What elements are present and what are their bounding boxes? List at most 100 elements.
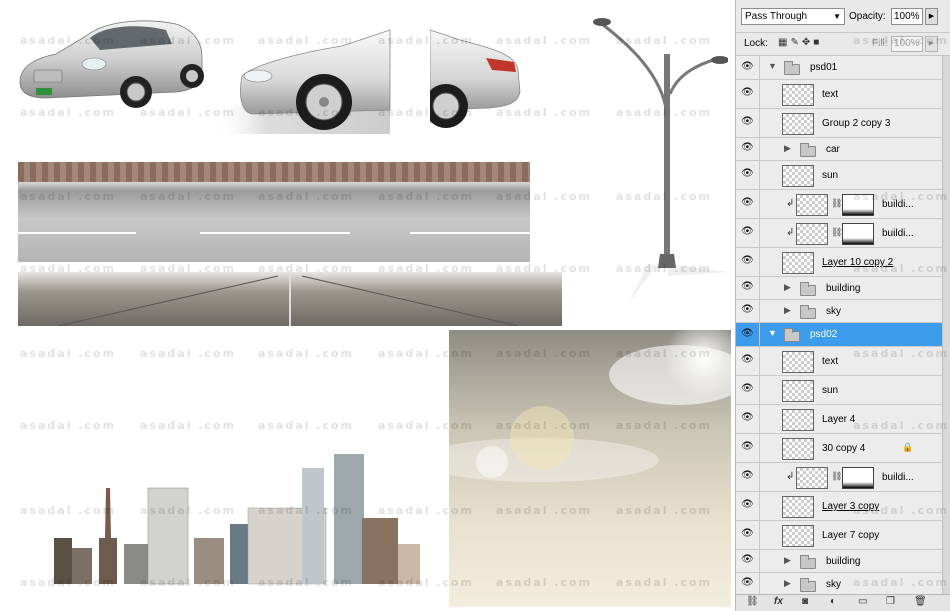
new-layer-icon[interactable]: ❐: [886, 596, 895, 607]
layer-name: buildi...: [882, 472, 914, 483]
layer-group-row[interactable]: 👁 ▶ sky: [736, 300, 942, 323]
collapse-triangle-icon[interactable]: ▼: [768, 328, 777, 338]
car-image: [19, 20, 204, 108]
visibility-toggle[interactable]: 👁: [736, 573, 760, 595]
clipping-arrow-icon: ↲: [786, 471, 795, 482]
fx-icon[interactable]: fx: [774, 596, 783, 607]
layer-thumbnail[interactable]: [796, 467, 828, 489]
visibility-toggle[interactable]: 👁: [736, 376, 760, 404]
adjustment-icon[interactable]: ◐: [830, 596, 836, 607]
layer-row[interactable]: 👁 Group 2 copy 3: [736, 109, 942, 138]
document-canvas[interactable]: asadal .com asadal .com asadal .com asadal …: [0, 0, 735, 611]
layer-row[interactable]: 👁 text: [736, 347, 942, 376]
eye-icon: 👁: [741, 168, 754, 179]
layer-row[interactable]: 👁 sun: [736, 161, 942, 190]
visibility-toggle[interactable]: 👁: [736, 405, 760, 433]
watermark-text: asadal .com: [258, 347, 355, 360]
layer-thumbnail[interactable]: [782, 496, 814, 518]
layer-thumbnail[interactable]: [782, 380, 814, 402]
layer-group-row[interactable]: 👁 ▶ sky: [736, 573, 942, 596]
lock-all-icon[interactable]: ■: [813, 37, 822, 48]
layer-thumbnail[interactable]: [782, 351, 814, 373]
layer-thumbnail[interactable]: [782, 165, 814, 187]
expand-triangle-icon[interactable]: ▶: [784, 555, 791, 566]
visibility-toggle[interactable]: 👁: [736, 219, 760, 247]
expand-triangle-icon[interactable]: ▶: [784, 143, 791, 154]
lock-label: Lock:: [744, 38, 768, 49]
layer-row[interactable]: 👁 Layer 10 copy 2: [736, 248, 942, 277]
link-icon[interactable]: ⛓: [746, 596, 759, 607]
layer-name: sky: [826, 579, 841, 590]
mask-icon[interactable]: ◙: [802, 596, 808, 607]
layer-group-row[interactable]: 👁 ▼ psd01: [736, 56, 942, 80]
blend-mode-select[interactable]: Pass Through ▼: [741, 8, 845, 25]
visibility-toggle[interactable]: 👁: [736, 434, 760, 462]
layer-row[interactable]: 👁 text: [736, 80, 942, 109]
mask-link-icon[interactable]: ⛓: [831, 471, 842, 482]
layer-row[interactable]: 👁 30 copy 4 🔒: [736, 434, 942, 463]
opacity-arrow-icon[interactable]: ▶: [925, 8, 938, 25]
mask-link-icon[interactable]: ⛓: [831, 227, 842, 238]
eye-icon: 👁: [741, 60, 754, 72]
layer-row[interactable]: 👁 sun: [736, 376, 942, 405]
layer-row[interactable]: 👁 ↲ ⛓ buildi...: [736, 463, 942, 492]
layer-thumbnail[interactable]: [796, 223, 828, 245]
eye-icon: 👁: [741, 197, 754, 208]
trash-icon[interactable]: 🗑: [914, 596, 927, 607]
layer-row[interactable]: 👁 ↲ ⛓ buildi...: [736, 219, 942, 248]
layer-row[interactable]: 👁 Layer 4: [736, 405, 942, 434]
new-group-icon[interactable]: ▭: [858, 596, 867, 607]
layer-row[interactable]: 👁 Layer 3 copy: [736, 492, 942, 521]
collapse-triangle-icon[interactable]: ▼: [768, 61, 777, 71]
layer-row[interactable]: 👁 ↲ ⛓ buildi...: [736, 190, 942, 219]
lock-transparency-icon[interactable]: ▦: [778, 37, 790, 48]
visibility-toggle[interactable]: 👁: [736, 80, 760, 108]
layer-name: Layer 3 copy: [822, 501, 880, 512]
layer-group-row[interactable]: 👁 ▶ building: [736, 277, 942, 300]
layer-mask-thumbnail[interactable]: [842, 194, 874, 216]
layer-row[interactable]: 👁 Layer 7 copy: [736, 521, 942, 550]
lock-position-icon[interactable]: ✥: [802, 37, 813, 48]
opacity-field[interactable]: 100%: [891, 8, 923, 25]
visibility-toggle[interactable]: 👁: [736, 492, 760, 520]
visibility-toggle[interactable]: 👁: [736, 109, 760, 137]
visibility-toggle[interactable]: 👁: [736, 56, 760, 79]
mask-link-icon[interactable]: ⛓: [831, 198, 842, 209]
expand-triangle-icon[interactable]: ▶: [784, 305, 791, 316]
eye-icon: 👁: [741, 304, 754, 315]
sky-image: [449, 330, 731, 607]
visibility-toggle[interactable]: 👁: [736, 300, 760, 322]
visibility-toggle[interactable]: 👁: [736, 277, 760, 299]
layer-thumbnail[interactable]: [782, 409, 814, 431]
layer-thumbnail[interactable]: [782, 525, 814, 547]
layer-list: 👁 ▼ psd01 👁 text 👁 Group 2 copy 3 👁 ▶ car 👁 sun 👁 ↲ ⛓ b…: [736, 56, 950, 596]
fill-arrow-icon[interactable]: ▶: [925, 36, 938, 52]
visibility-toggle[interactable]: 👁: [736, 347, 760, 375]
watermark-text: asadal .com: [140, 347, 237, 360]
layer-thumbnail[interactable]: [782, 84, 814, 106]
layers-scrollbar[interactable]: [942, 56, 950, 594]
layer-group-row[interactable]: 👁 ▶ building: [736, 550, 942, 573]
layer-thumbnail[interactable]: [782, 438, 814, 460]
expand-triangle-icon[interactable]: ▶: [784, 282, 791, 293]
visibility-toggle[interactable]: 👁: [736, 463, 760, 491]
visibility-toggle[interactable]: 👁: [736, 248, 760, 276]
layer-group-row[interactable]: 👁 ▶ car: [736, 138, 942, 161]
layer-mask-thumbnail[interactable]: [842, 467, 874, 489]
visibility-toggle[interactable]: 👁: [736, 550, 760, 572]
eye-icon: 👁: [741, 327, 754, 339]
layer-thumbnail[interactable]: [782, 252, 814, 274]
layer-thumbnail[interactable]: [782, 113, 814, 135]
layer-group-row[interactable]: 👁 ▼ psd02: [736, 323, 942, 347]
lock-pixels-icon[interactable]: ✎: [790, 37, 801, 48]
visibility-toggle[interactable]: 👁: [736, 138, 760, 160]
fill-field[interactable]: 100%: [891, 36, 923, 52]
visibility-toggle[interactable]: 👁: [736, 161, 760, 189]
visibility-toggle[interactable]: 👁: [736, 323, 760, 346]
visibility-toggle[interactable]: 👁: [736, 521, 760, 549]
layer-name: sky: [826, 306, 841, 317]
layer-mask-thumbnail[interactable]: [842, 223, 874, 245]
visibility-toggle[interactable]: 👁: [736, 190, 760, 218]
layer-thumbnail[interactable]: [796, 194, 828, 216]
expand-triangle-icon[interactable]: ▶: [784, 578, 791, 589]
